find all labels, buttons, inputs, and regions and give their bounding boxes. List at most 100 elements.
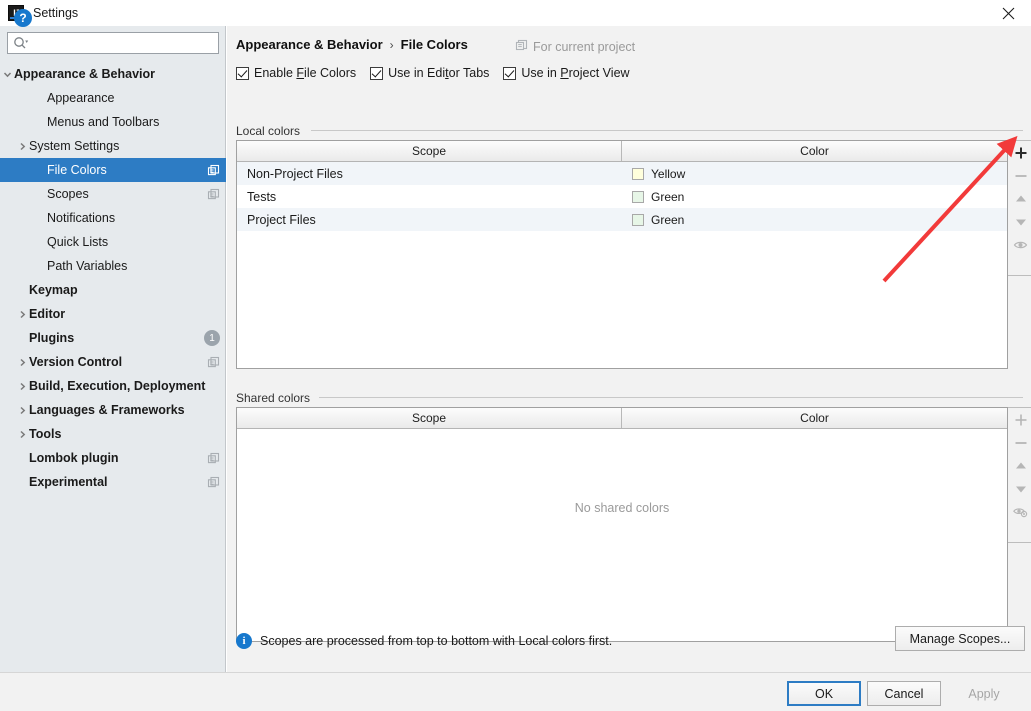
sidebar-item-lombok-plugin[interactable]: Lombok plugin: [0, 446, 226, 470]
chevron-right-icon[interactable]: [15, 398, 29, 422]
sidebar-item-plugins[interactable]: Plugins 1: [0, 326, 226, 350]
column-header-scope[interactable]: Scope: [237, 141, 622, 161]
sidebar-item-notifications[interactable]: Notifications: [0, 206, 226, 230]
chevron-right-icon[interactable]: [15, 134, 29, 158]
sidebar-item-adornment: [207, 476, 220, 489]
color-name: Green: [651, 212, 685, 227]
sidebar-item-label: Keymap: [29, 283, 78, 297]
color-swatch: [632, 167, 644, 180]
help-button[interactable]: ?: [14, 9, 32, 27]
shared-colors-divider: [319, 397, 1023, 398]
for-current-project-label: For current project: [515, 39, 635, 55]
sidebar-item-label: Scopes: [47, 187, 89, 201]
sidebar-item-appearance-behavior[interactable]: Appearance & Behavior: [0, 62, 226, 86]
checkbox-label-mnemonic: P: [560, 66, 569, 80]
add-icon[interactable]: [1009, 141, 1031, 164]
project-scope-icon: [207, 188, 220, 201]
sidebar-item-appearance[interactable]: Appearance: [0, 86, 226, 110]
row-scope: Tests: [247, 189, 277, 204]
checkbox-label-mnemonic: F: [296, 66, 305, 80]
title-bar: IJ Settings: [0, 0, 1031, 26]
local-colors-divider: [311, 130, 1023, 131]
row-scope: Non-Project Files: [247, 166, 343, 181]
sidebar-item-experimental[interactable]: Experimental: [0, 470, 226, 494]
table-row[interactable]: Non-Project Files Yellow: [237, 162, 1007, 185]
checkbox-label: Use in Project View: [521, 66, 629, 80]
table-row[interactable]: Tests Green: [237, 185, 1007, 208]
checkbox-label-post: ile Colors: [304, 66, 357, 80]
sidebar-item-adornment: [207, 356, 220, 369]
sidebar-item-scopes[interactable]: Scopes: [0, 182, 226, 206]
sidebar-item-label: Path Variables: [47, 259, 128, 273]
settings-sidebar: Appearance & Behavior Appearance Menus and…: [0, 26, 226, 672]
row-color: Green: [623, 190, 684, 204]
search-input[interactable]: [29, 34, 218, 52]
checkbox-box[interactable]: [370, 66, 384, 80]
chevron-right-icon[interactable]: [15, 422, 29, 446]
sidebar-item-label: Version Control: [29, 355, 123, 369]
sidebar-item-label: File Colors: [47, 163, 107, 177]
sidebar-item-label: Menus and Toolbars: [47, 115, 160, 129]
info-bar: i Scopes are processed from top to botto…: [236, 633, 612, 649]
cancel-button[interactable]: Cancel: [867, 681, 941, 706]
chevron-right-icon[interactable]: [15, 350, 29, 374]
checkbox-label: Enable File Colors: [254, 66, 356, 80]
search-field[interactable]: [7, 32, 219, 54]
checkbox-enable-file-colors[interactable]: Enable File Colors: [236, 66, 356, 80]
sidebar-item-keymap[interactable]: Keymap: [0, 278, 226, 302]
checkbox-label-pre: Use in: [521, 66, 561, 80]
project-scope-icon: [207, 164, 220, 177]
color-swatch: [632, 213, 644, 226]
sidebar-item-file-colors[interactable]: File Colors: [0, 158, 226, 182]
sidebar-item-tools[interactable]: Tools: [0, 422, 226, 446]
share-eye-icon: [1009, 233, 1031, 256]
column-header-color[interactable]: Color: [622, 141, 1007, 161]
manage-scopes-button[interactable]: Manage Scopes...: [895, 626, 1025, 651]
color-swatch: [632, 190, 644, 203]
for-current-project-text: For current project: [533, 40, 636, 54]
table-row[interactable]: Project Files Green: [237, 208, 1007, 231]
breadcrumb-separator: ›: [389, 37, 394, 52]
checkbox-label: Use in Editor Tabs: [388, 66, 489, 80]
sidebar-item-label: Lombok plugin: [29, 451, 119, 465]
checkbox-use-in-editor-tabs[interactable]: Use in Editor Tabs: [370, 66, 489, 80]
info-text: Scopes are processed from top to bottom …: [260, 634, 613, 648]
color-name: Yellow: [651, 166, 686, 181]
chevron-down-icon[interactable]: [0, 62, 14, 86]
checkbox-box[interactable]: [236, 66, 249, 80]
sidebar-item-version-control[interactable]: Version Control: [0, 350, 226, 374]
sidebar-item-languages-frameworks[interactable]: Languages & Frameworks: [0, 398, 226, 422]
shared-colors-table[interactable]: Scope Color No shared colors: [236, 407, 1008, 642]
checkbox-box[interactable]: [503, 66, 517, 80]
apply-button: Apply: [947, 681, 1021, 706]
move-down-icon: [1009, 477, 1031, 500]
remove-icon: [1009, 431, 1031, 454]
sidebar-item-label: Plugins: [29, 331, 75, 345]
ok-button[interactable]: OK: [787, 681, 861, 706]
breadcrumb-parent[interactable]: Appearance & Behavior: [236, 37, 383, 52]
local-colors-table[interactable]: Scope Color Non-Project Files Yellow Tests…: [236, 140, 1008, 369]
shared-colors-empty-message: No shared colors: [574, 501, 670, 515]
sidebar-item-system-settings[interactable]: System Settings: [0, 134, 226, 158]
column-header-color-shared[interactable]: Color: [622, 408, 1007, 428]
sidebar-item-menus-and-toolbars[interactable]: Menus and Toolbars: [0, 110, 226, 134]
chevron-right-icon[interactable]: [15, 374, 29, 398]
sidebar-item-path-variables[interactable]: Path Variables: [0, 254, 226, 278]
local-colors-header: Scope Color: [237, 141, 1007, 162]
project-scope-icon: [207, 476, 220, 489]
file-colors-options: Enable File Colors Use in Editor Tabs Use …: [236, 66, 630, 80]
sidebar-item-build-execution-deployment[interactable]: Build, Execution, Deployment: [0, 374, 226, 398]
info-icon: i: [236, 633, 252, 649]
row-color: Green: [623, 213, 684, 227]
checkbox-use-in-project-view[interactable]: Use in Project View: [503, 66, 630, 80]
close-icon[interactable]: [986, 0, 1031, 26]
sidebar-item-label: Build, Execution, Deployment: [29, 379, 206, 393]
sidebar-item-quick-lists[interactable]: Quick Lists: [0, 230, 226, 254]
sidebar-item-editor[interactable]: Editor: [0, 302, 226, 326]
column-header-scope-shared[interactable]: Scope: [237, 408, 622, 428]
chevron-right-icon[interactable]: [15, 302, 29, 326]
